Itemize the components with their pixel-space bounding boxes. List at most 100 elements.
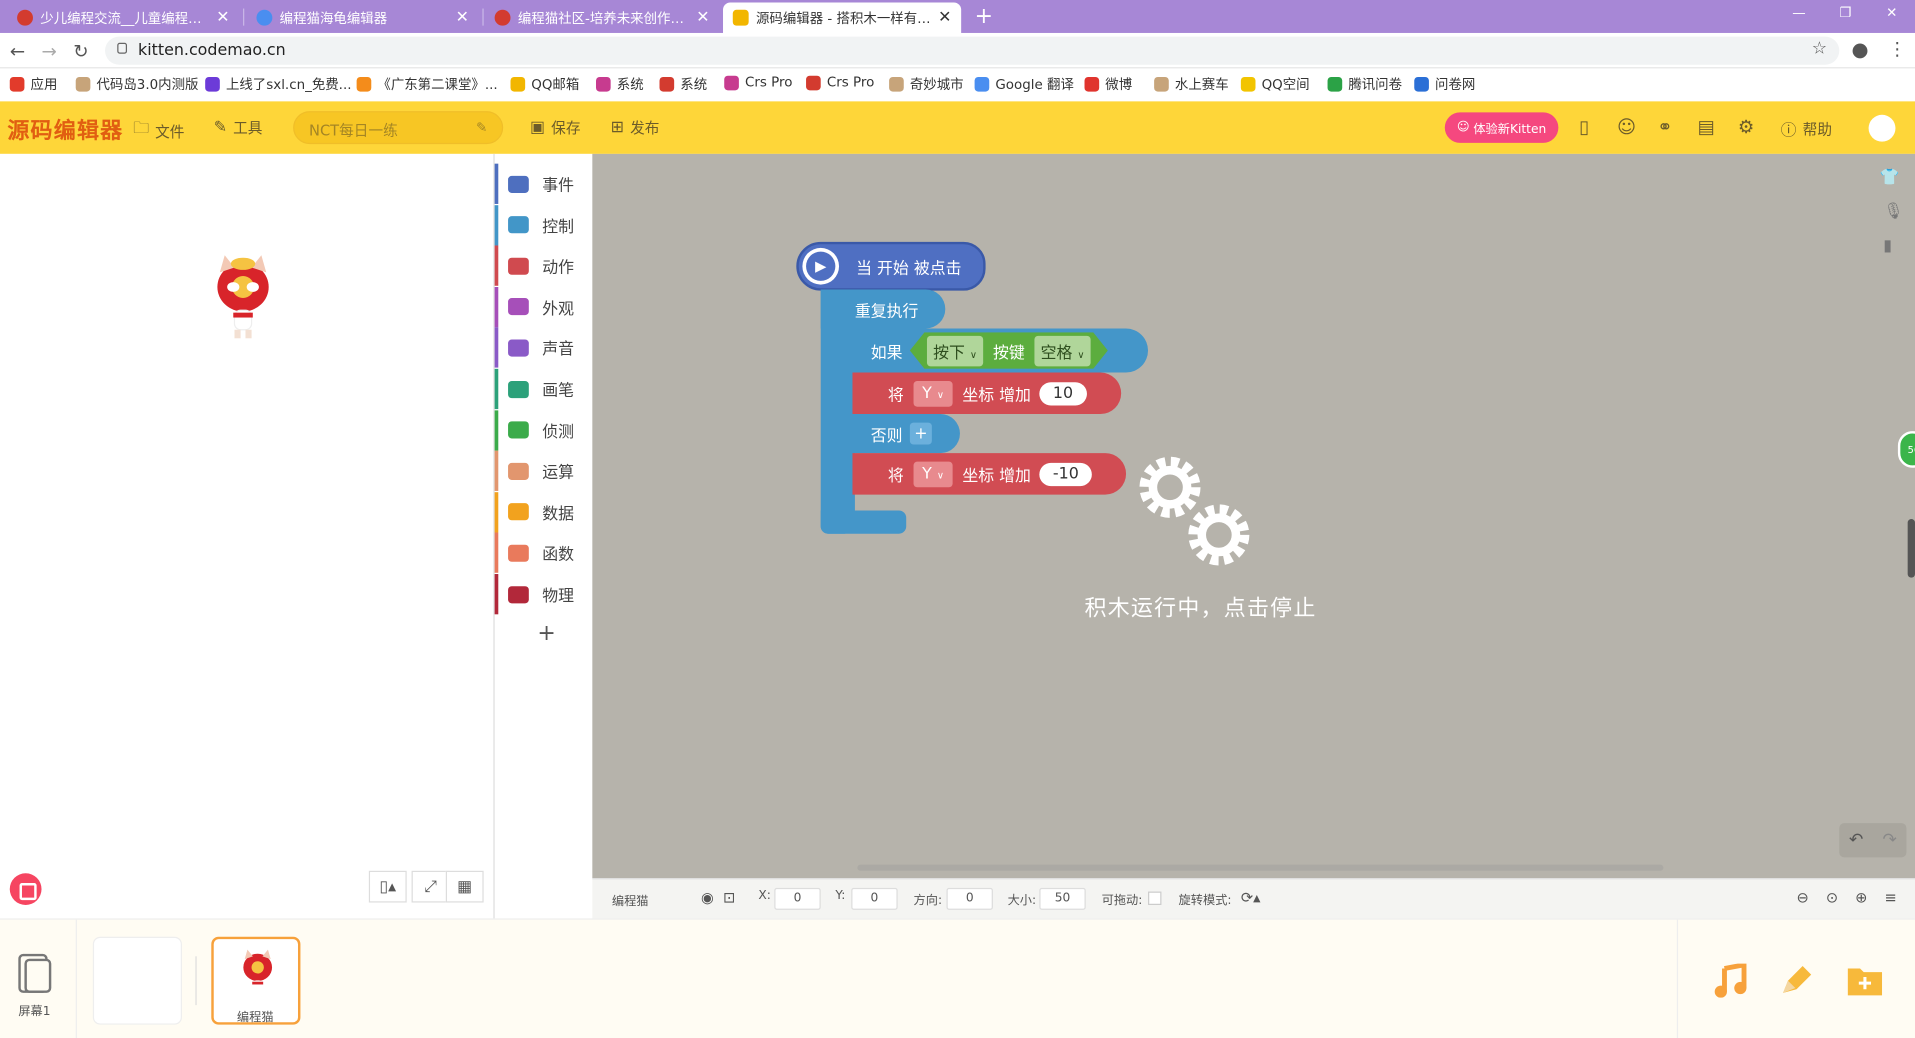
category-item[interactable]: 函数 [494, 532, 594, 574]
bookmark-item[interactable]: 代码岛3.0内测版 [75, 74, 198, 94]
tools-menu-button[interactable]: ✎ 工具 [214, 117, 263, 138]
change-coordinate-block[interactable]: 将 Y ∨ 坐标 增加 10 [852, 372, 1122, 415]
category-item[interactable]: 外观 [494, 286, 594, 328]
restore-icon[interactable]: ❐ [1822, 0, 1868, 33]
bookmark-item[interactable]: Crs Pro [806, 74, 874, 90]
stop-button[interactable] [9, 873, 42, 905]
vertical-scrollbar[interactable] [1907, 519, 1915, 578]
redo-icon[interactable]: ↷ [1882, 830, 1896, 850]
y-input[interactable]: 0 [851, 887, 898, 910]
bookmark-item[interactable]: 微博 [1084, 74, 1132, 94]
bookmark-item[interactable]: 《广东第二课堂》... [356, 74, 498, 94]
robot-icon[interactable]: ☺ [1617, 116, 1636, 138]
if-else-block[interactable]: 如果 按下 ∨ 按键 空格 ∨ [835, 328, 1149, 373]
reload-icon[interactable]: ↻ [73, 40, 88, 62]
data-chart-icon[interactable]: ▮ [1883, 237, 1892, 255]
change-coordinate-block[interactable]: 将 Y ∨ 坐标 增加 -10 [852, 453, 1127, 495]
value-input[interactable]: 10 [1039, 381, 1087, 405]
when-start-clicked-block[interactable]: ▶ 当 开始 被点击 [796, 241, 986, 291]
publish-button[interactable]: ⊞ 发布 [611, 117, 660, 138]
background-card[interactable] [92, 936, 182, 1025]
close-window-icon[interactable]: ✕ [1869, 0, 1915, 33]
horizontal-scrollbar[interactable] [857, 864, 1664, 871]
url-text[interactable]: kitten.codemao.cn [138, 42, 286, 60]
help-button[interactable]: ⓘ 帮助 [1781, 117, 1832, 141]
lock-toggle-icon[interactable]: ⊡ [723, 889, 735, 906]
category-item[interactable]: 声音 [494, 327, 594, 369]
omnibox[interactable]: kitten.codemao.cn ☆ [105, 36, 1840, 65]
paint-pencil-icon[interactable] [1778, 964, 1815, 998]
grid-button[interactable]: ▦ [445, 870, 484, 903]
bookmark-item[interactable]: QQ邮箱 [510, 74, 579, 94]
category-item[interactable]: 动作 [494, 245, 594, 287]
sprite-name-field[interactable]: 编程猫 [605, 888, 700, 910]
fullscreen-button[interactable]: ⤢ [411, 870, 450, 903]
zoom-reset-icon[interactable]: ⊙ [1826, 889, 1838, 906]
forward-icon[interactable]: → [42, 40, 57, 62]
bookmark-item[interactable]: QQ空间 [1240, 74, 1310, 94]
size-input[interactable]: 50 [1039, 887, 1086, 910]
close-icon[interactable]: ✕ [456, 9, 469, 27]
browser-tab[interactable]: 少儿编程交流__儿童编程社区_sc ✕ [7, 2, 239, 33]
sound-icon[interactable]: 🎙 [1883, 203, 1903, 221]
minimize-icon[interactable]: — [1776, 0, 1822, 33]
pressed-dropdown[interactable]: 按下 ∨ [927, 335, 983, 366]
music-library-icon[interactable] [1712, 963, 1749, 998]
bookmark-item[interactable]: 奇妙城市 [889, 74, 964, 94]
costume-icon[interactable]: 👕 [1880, 169, 1900, 187]
rotation-mode-icon[interactable]: ⟳▴ [1241, 889, 1261, 906]
category-item[interactable]: 侦测 [494, 409, 594, 451]
close-icon[interactable]: ✕ [938, 9, 951, 27]
category-item[interactable]: 控制 [494, 204, 594, 245]
bookmark-item[interactable]: 系统 [659, 74, 707, 94]
value-input[interactable]: -10 [1039, 462, 1093, 486]
programming-cat-sprite[interactable] [213, 250, 274, 340]
bookmark-item[interactable]: 系统 [595, 74, 644, 94]
stage-canvas[interactable] [0, 153, 494, 919]
file-menu-button[interactable]: 🗀 文件 [133, 117, 184, 144]
category-item[interactable]: 事件 [494, 163, 594, 204]
bookmark-item[interactable]: 水上赛车 [1154, 74, 1229, 94]
browser-tab[interactable]: 编程猫社区-培养未来创作者 - 写 ✕ [485, 2, 719, 33]
category-item[interactable]: 运算 [494, 450, 594, 492]
settings-gear-icon[interactable]: ⚙ [1738, 116, 1754, 138]
back-icon[interactable]: ← [10, 40, 25, 62]
zoom-out-icon[interactable]: ⊖ [1797, 889, 1809, 906]
category-item[interactable]: 数据 [494, 491, 594, 533]
bookmark-item[interactable]: Crs Pro [724, 74, 792, 90]
axis-dropdown[interactable]: Y ∨ [913, 461, 953, 487]
category-item[interactable]: 物理 [494, 574, 594, 615]
screen-tablet-icon[interactable] [15, 951, 54, 997]
save-button[interactable]: ▣ 保存 [530, 117, 580, 138]
add-branch-button[interactable]: + [909, 422, 932, 445]
bookmark-star-icon[interactable]: ☆ [1812, 39, 1827, 59]
green-badge[interactable]: 56 [1897, 431, 1915, 468]
new-tab-button[interactable]: + [975, 4, 993, 30]
try-new-kitten-button[interactable]: ☺ 体验新Kitten [1444, 112, 1559, 143]
bookmark-item[interactable]: 问卷网 [1414, 74, 1475, 94]
profile-icon[interactable]: ● [1851, 38, 1868, 61]
bookmark-item[interactable]: 腾讯问卷 [1327, 74, 1402, 94]
menu-dots-icon[interactable]: ⋮ [1888, 38, 1906, 60]
close-icon[interactable]: ✕ [696, 9, 709, 27]
category-item[interactable]: 画笔 [494, 368, 594, 410]
draggable-checkbox[interactable] [1148, 891, 1162, 905]
list-menu-icon[interactable]: ≡ [1884, 889, 1896, 906]
axis-dropdown[interactable]: Y ∨ [913, 380, 953, 407]
user-avatar[interactable] [1868, 114, 1896, 142]
bookmark-item[interactable]: 应用 [9, 74, 57, 94]
browser-tab-active[interactable]: 源码编辑器 - 搭积木一样有趣的 ✕ [723, 2, 962, 33]
calendar-icon[interactable]: ▤ [1698, 116, 1715, 138]
undo-icon[interactable]: ↶ [1849, 830, 1863, 850]
add-folder-icon[interactable] [1847, 964, 1884, 998]
visibility-eye-icon[interactable]: ◉ [701, 889, 714, 906]
direction-input[interactable]: 0 [946, 887, 993, 910]
add-category-button[interactable]: + [537, 620, 555, 646]
x-input[interactable]: 0 [774, 887, 821, 910]
forever-block[interactable]: 重复执行 [820, 289, 946, 329]
sprite-card-selected[interactable]: 编程猫 [211, 936, 301, 1025]
project-name-input[interactable]: NCT每日一练 ✎ [293, 111, 504, 145]
screen-mode-button[interactable]: ▯▴ [368, 870, 407, 903]
key-dropdown[interactable]: 空格 ∨ [1034, 335, 1090, 366]
bookmark-item[interactable]: 上线了sxl.cn_免费... [205, 74, 352, 94]
